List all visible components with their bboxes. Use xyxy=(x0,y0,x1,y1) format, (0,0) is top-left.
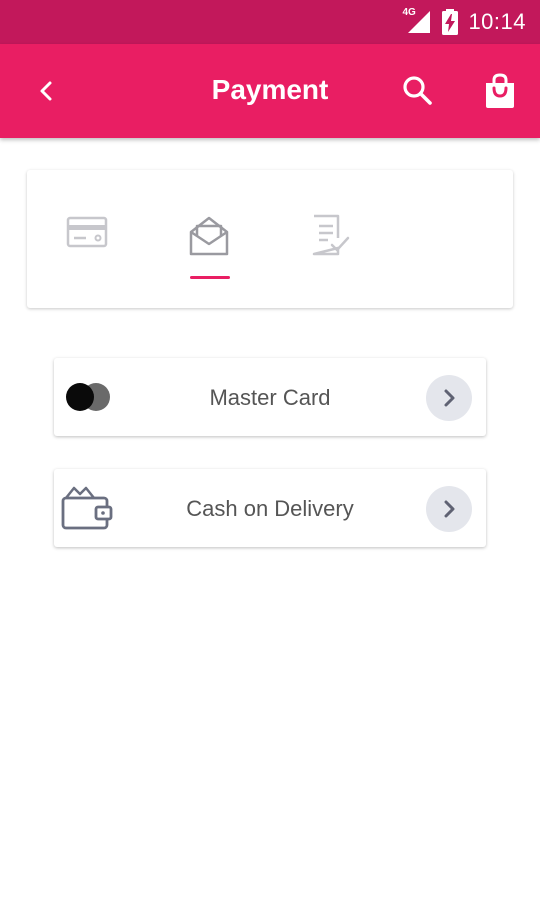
chevron-right-button[interactable] xyxy=(426,375,472,421)
chevron-right-button[interactable] xyxy=(426,486,472,532)
signal-icon: 4G xyxy=(402,7,432,35)
battery-charging-icon xyxy=(442,9,459,35)
wallet-icon xyxy=(60,483,116,533)
status-icons: 4G 10:14 xyxy=(402,0,526,44)
payment-option-label: Cash on Delivery xyxy=(186,496,354,521)
chevron-right-icon xyxy=(444,500,455,518)
payment-option-label: Master Card xyxy=(209,385,331,410)
document-check-icon xyxy=(312,214,350,256)
step-tab-card[interactable] xyxy=(58,214,118,274)
checkout-steps-card xyxy=(27,170,513,308)
status-bar: 4G 10:14 xyxy=(0,0,540,44)
back-arrow-icon xyxy=(40,81,52,101)
step-tab-payment[interactable] xyxy=(179,214,239,274)
active-step-indicator xyxy=(190,276,230,279)
credit-card-icon xyxy=(66,216,108,248)
mastercard-icon xyxy=(60,372,116,422)
shopping-bag-button[interactable] xyxy=(478,70,522,112)
shopping-bag-icon xyxy=(486,73,514,108)
back-button[interactable] xyxy=(24,71,68,111)
app-bar: Payment xyxy=(0,44,540,138)
open-envelope-icon xyxy=(189,216,229,256)
search-button[interactable] xyxy=(396,70,440,112)
network-type: 4G xyxy=(402,7,416,18)
payment-option-mastercard[interactable]: Master Card xyxy=(54,358,486,436)
step-tab-confirm[interactable] xyxy=(300,214,360,274)
payment-option-cash-on-delivery[interactable]: Cash on Delivery xyxy=(54,469,486,547)
page-title: Payment xyxy=(211,74,329,105)
search-icon xyxy=(403,76,432,105)
status-time: 10:14 xyxy=(468,9,526,34)
chevron-right-icon xyxy=(444,389,455,407)
